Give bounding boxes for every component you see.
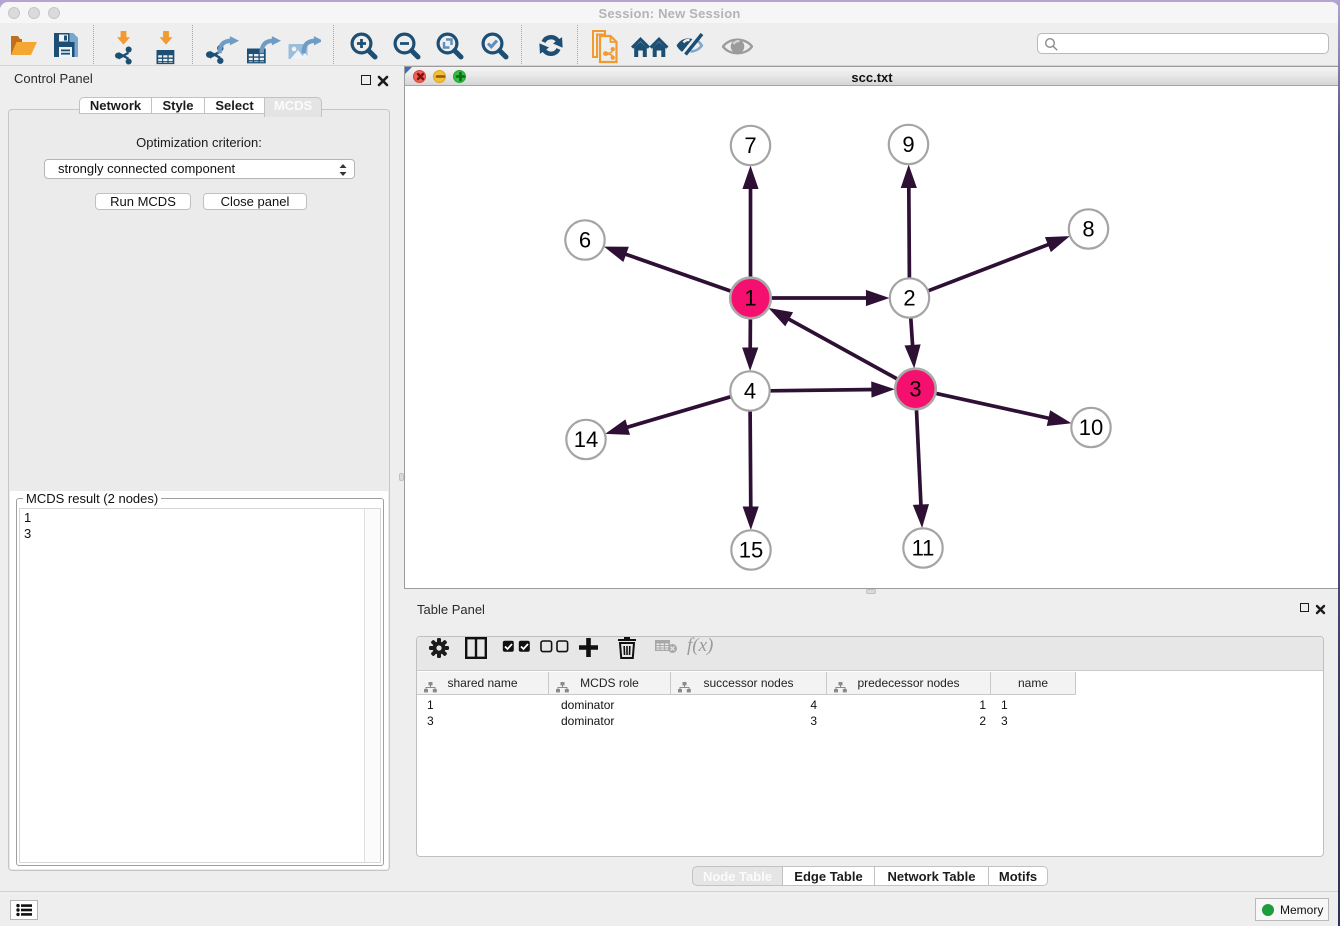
svg-text:4: 4: [744, 379, 756, 404]
svg-text:9: 9: [902, 132, 914, 157]
svg-text:1: 1: [744, 286, 756, 311]
svg-text:10: 10: [1079, 415, 1103, 440]
svg-text:3: 3: [909, 377, 921, 402]
svg-text:8: 8: [1082, 217, 1094, 242]
svg-text:6: 6: [579, 228, 591, 253]
svg-text:7: 7: [744, 133, 756, 158]
svg-text:2: 2: [903, 286, 915, 311]
svg-text:15: 15: [739, 538, 763, 563]
svg-text:14: 14: [574, 427, 598, 452]
svg-text:11: 11: [912, 536, 935, 561]
